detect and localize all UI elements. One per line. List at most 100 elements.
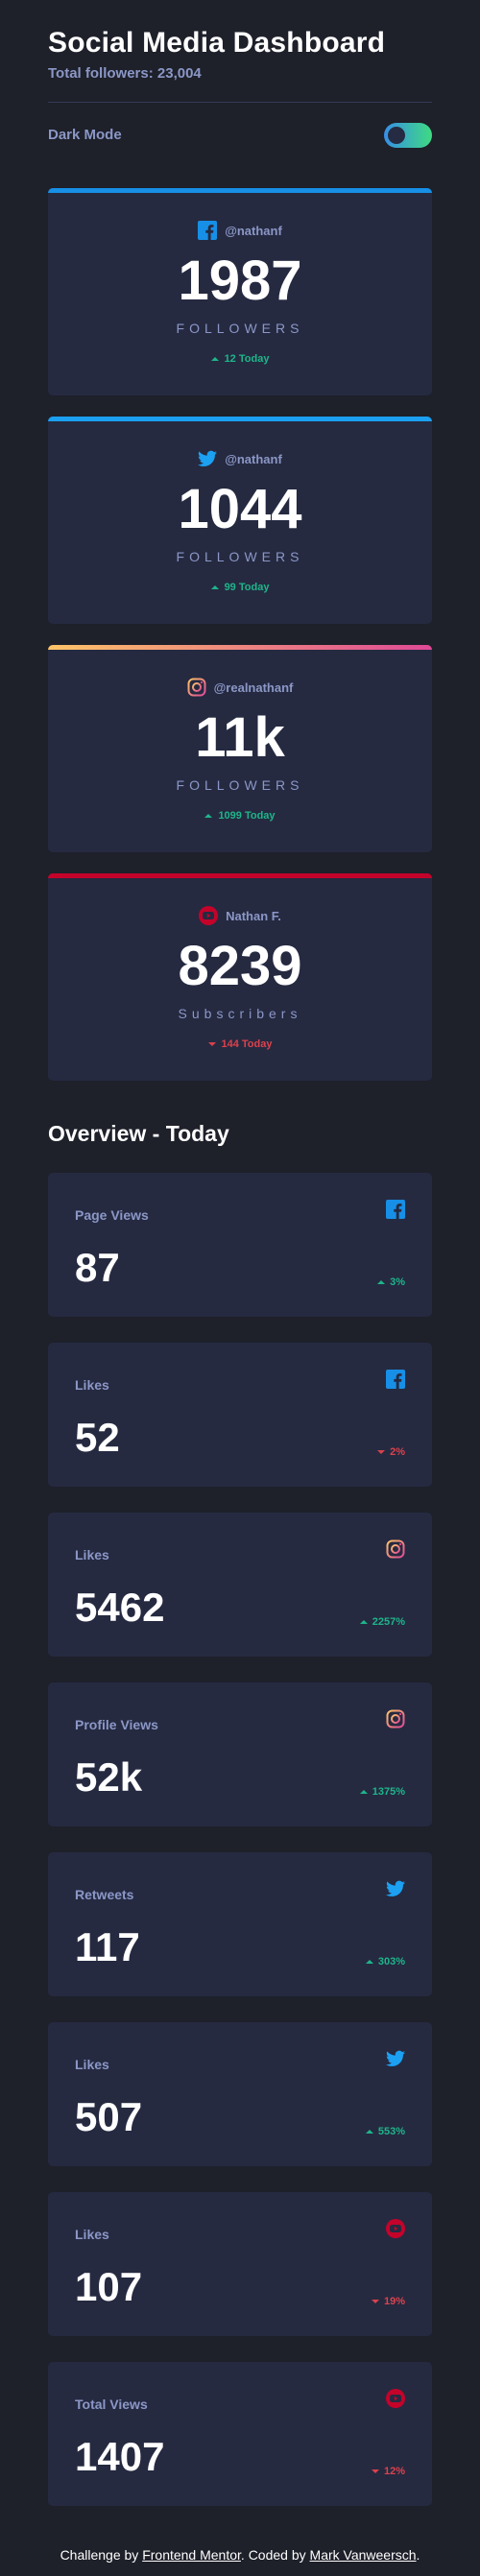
overview-change: 2257%: [359, 1616, 405, 1628]
overview-title: Overview - Today: [48, 1121, 229, 1146]
youtube-icon: [386, 2219, 405, 2238]
dark-mode-toggle[interactable]: [384, 123, 432, 148]
instagram-icon: [386, 1539, 405, 1559]
up-arrow-icon: [359, 1790, 368, 1794]
card-handle: Nathan F.: [226, 908, 281, 923]
down-arrow-icon: [207, 1042, 216, 1046]
overview-card[interactable]: Profile Views 52k 1375%: [48, 1682, 432, 1826]
follower-unit: FOLLOWERS: [176, 321, 304, 336]
overview-card[interactable]: Likes 107 19%: [48, 2192, 432, 2336]
card-handle-row: @nathanf: [48, 449, 432, 468]
youtube-icon: [199, 906, 219, 925]
down-arrow-icon: [371, 2300, 379, 2303]
facebook-icon: [198, 221, 218, 240]
card-handle-row: Nathan F.: [48, 906, 432, 925]
author-link[interactable]: Mark Vanweersch: [310, 2547, 417, 2563]
up-arrow-icon: [365, 1960, 373, 1964]
overview-label: Likes: [75, 1377, 109, 1393]
overview-change-text: 3%: [390, 1276, 405, 1288]
card-accent-bar: [48, 645, 432, 650]
overview-value: 117: [75, 1924, 140, 1969]
overview-value: 52k: [75, 1754, 143, 1800]
header: Social Media Dashboard Total followers: …: [48, 27, 432, 82]
footer-suffix: .: [416, 2547, 420, 2563]
overview-label: Likes: [75, 2057, 109, 2072]
overview-value: 1407: [75, 2434, 165, 2479]
follower-card-instagram[interactable]: @realnathanf 11k FOLLOWERS 1099 Today: [48, 645, 432, 852]
card-accent-bar: [48, 188, 432, 193]
up-arrow-icon: [210, 585, 219, 589]
overview-change: 303%: [365, 1956, 405, 1968]
overview-card[interactable]: Likes 507 553%: [48, 2022, 432, 2166]
follower-card-twitter[interactable]: @nathanf 1044 FOLLOWERS 99 Today: [48, 417, 432, 624]
header-divider: [48, 102, 432, 103]
overview-label: Likes: [75, 1547, 109, 1562]
overview-label: Total Views: [75, 2397, 148, 2412]
today-change-text: 144 Today: [221, 1038, 273, 1050]
follower-card-facebook[interactable]: @nathanf 1987 FOLLOWERS 12 Today: [48, 188, 432, 395]
overview-card[interactable]: Page Views 87 3%: [48, 1173, 432, 1317]
total-followers: Total followers: 23,004: [48, 65, 202, 82]
today-change-text: 1099 Today: [218, 810, 276, 822]
twitter-icon: [198, 450, 218, 466]
overview-value: 87: [75, 1245, 120, 1290]
overview-change: 2%: [377, 1446, 405, 1458]
overview-value: 5462: [75, 1585, 165, 1630]
overview-change: 19%: [371, 2296, 405, 2307]
overview-change-text: 303%: [377, 1956, 405, 1968]
overview-card[interactable]: Likes 5462 2257%: [48, 1513, 432, 1657]
overview-label: Profile Views: [75, 1717, 158, 1732]
follower-count: 8239: [178, 935, 302, 997]
overview-value: 52: [75, 1415, 120, 1460]
dark-mode-label: Dark Mode: [48, 127, 122, 143]
follower-unit: FOLLOWERS: [176, 549, 304, 564]
today-change-text: 12 Today: [224, 353, 270, 365]
follower-unit: Subscribers: [178, 1006, 302, 1021]
follower-count: 1044: [178, 478, 302, 540]
overview-change: 553%: [365, 2126, 405, 2137]
up-arrow-icon: [359, 1620, 368, 1624]
overview-value: 107: [75, 2264, 143, 2309]
facebook-icon: [386, 1200, 405, 1219]
down-arrow-icon: [377, 1450, 386, 1454]
today-change-text: 99 Today: [224, 582, 270, 593]
down-arrow-icon: [371, 2469, 379, 2473]
card-handle-row: @realnathanf: [48, 678, 432, 697]
up-arrow-icon: [377, 1280, 386, 1284]
overview-value: 507: [75, 2094, 143, 2139]
overview-card[interactable]: Retweets 117 303%: [48, 1852, 432, 1996]
card-handle: @realnathanf: [213, 680, 294, 695]
follower-count: 11k: [195, 706, 285, 769]
follower-count: 1987: [178, 250, 302, 312]
twitter-icon: [386, 2050, 405, 2066]
today-change: 99 Today: [48, 582, 432, 593]
twitter-icon: [386, 1880, 405, 1896]
overview-label: Likes: [75, 2227, 109, 2242]
instagram-icon: [386, 1709, 405, 1729]
overview-label: Page Views: [75, 1207, 149, 1223]
today-change: 1099 Today: [48, 810, 432, 822]
card-handle: @nathanf: [225, 223, 282, 238]
card-handle-row: @nathanf: [48, 221, 432, 240]
frontend-mentor-link[interactable]: Frontend Mentor: [142, 2547, 241, 2563]
card-handle: @nathanf: [225, 451, 282, 466]
overview-change-text: 2%: [390, 1446, 405, 1458]
card-accent-bar: [48, 873, 432, 878]
overview-label: Retweets: [75, 1887, 134, 1902]
overview-change-text: 19%: [383, 2296, 405, 2307]
today-change: 12 Today: [48, 353, 432, 365]
overview-card[interactable]: Total Views 1407 12%: [48, 2362, 432, 2506]
overview-card[interactable]: Likes 52 2%: [48, 1343, 432, 1487]
overview-change-text: 553%: [377, 2126, 405, 2137]
up-arrow-icon: [204, 814, 213, 818]
up-arrow-icon: [210, 357, 219, 361]
overview-change-text: 1375%: [372, 1786, 405, 1798]
overview-change: 3%: [377, 1276, 405, 1288]
card-accent-bar: [48, 417, 432, 421]
follower-unit: FOLLOWERS: [176, 777, 304, 793]
toggle-knob: [388, 127, 405, 144]
follower-card-youtube[interactable]: Nathan F. 8239 Subscribers 144 Today: [48, 873, 432, 1081]
youtube-icon: [386, 2389, 405, 2408]
footer-middle: . Coded by: [240, 2547, 310, 2563]
footer-prefix: Challenge by: [60, 2547, 143, 2563]
